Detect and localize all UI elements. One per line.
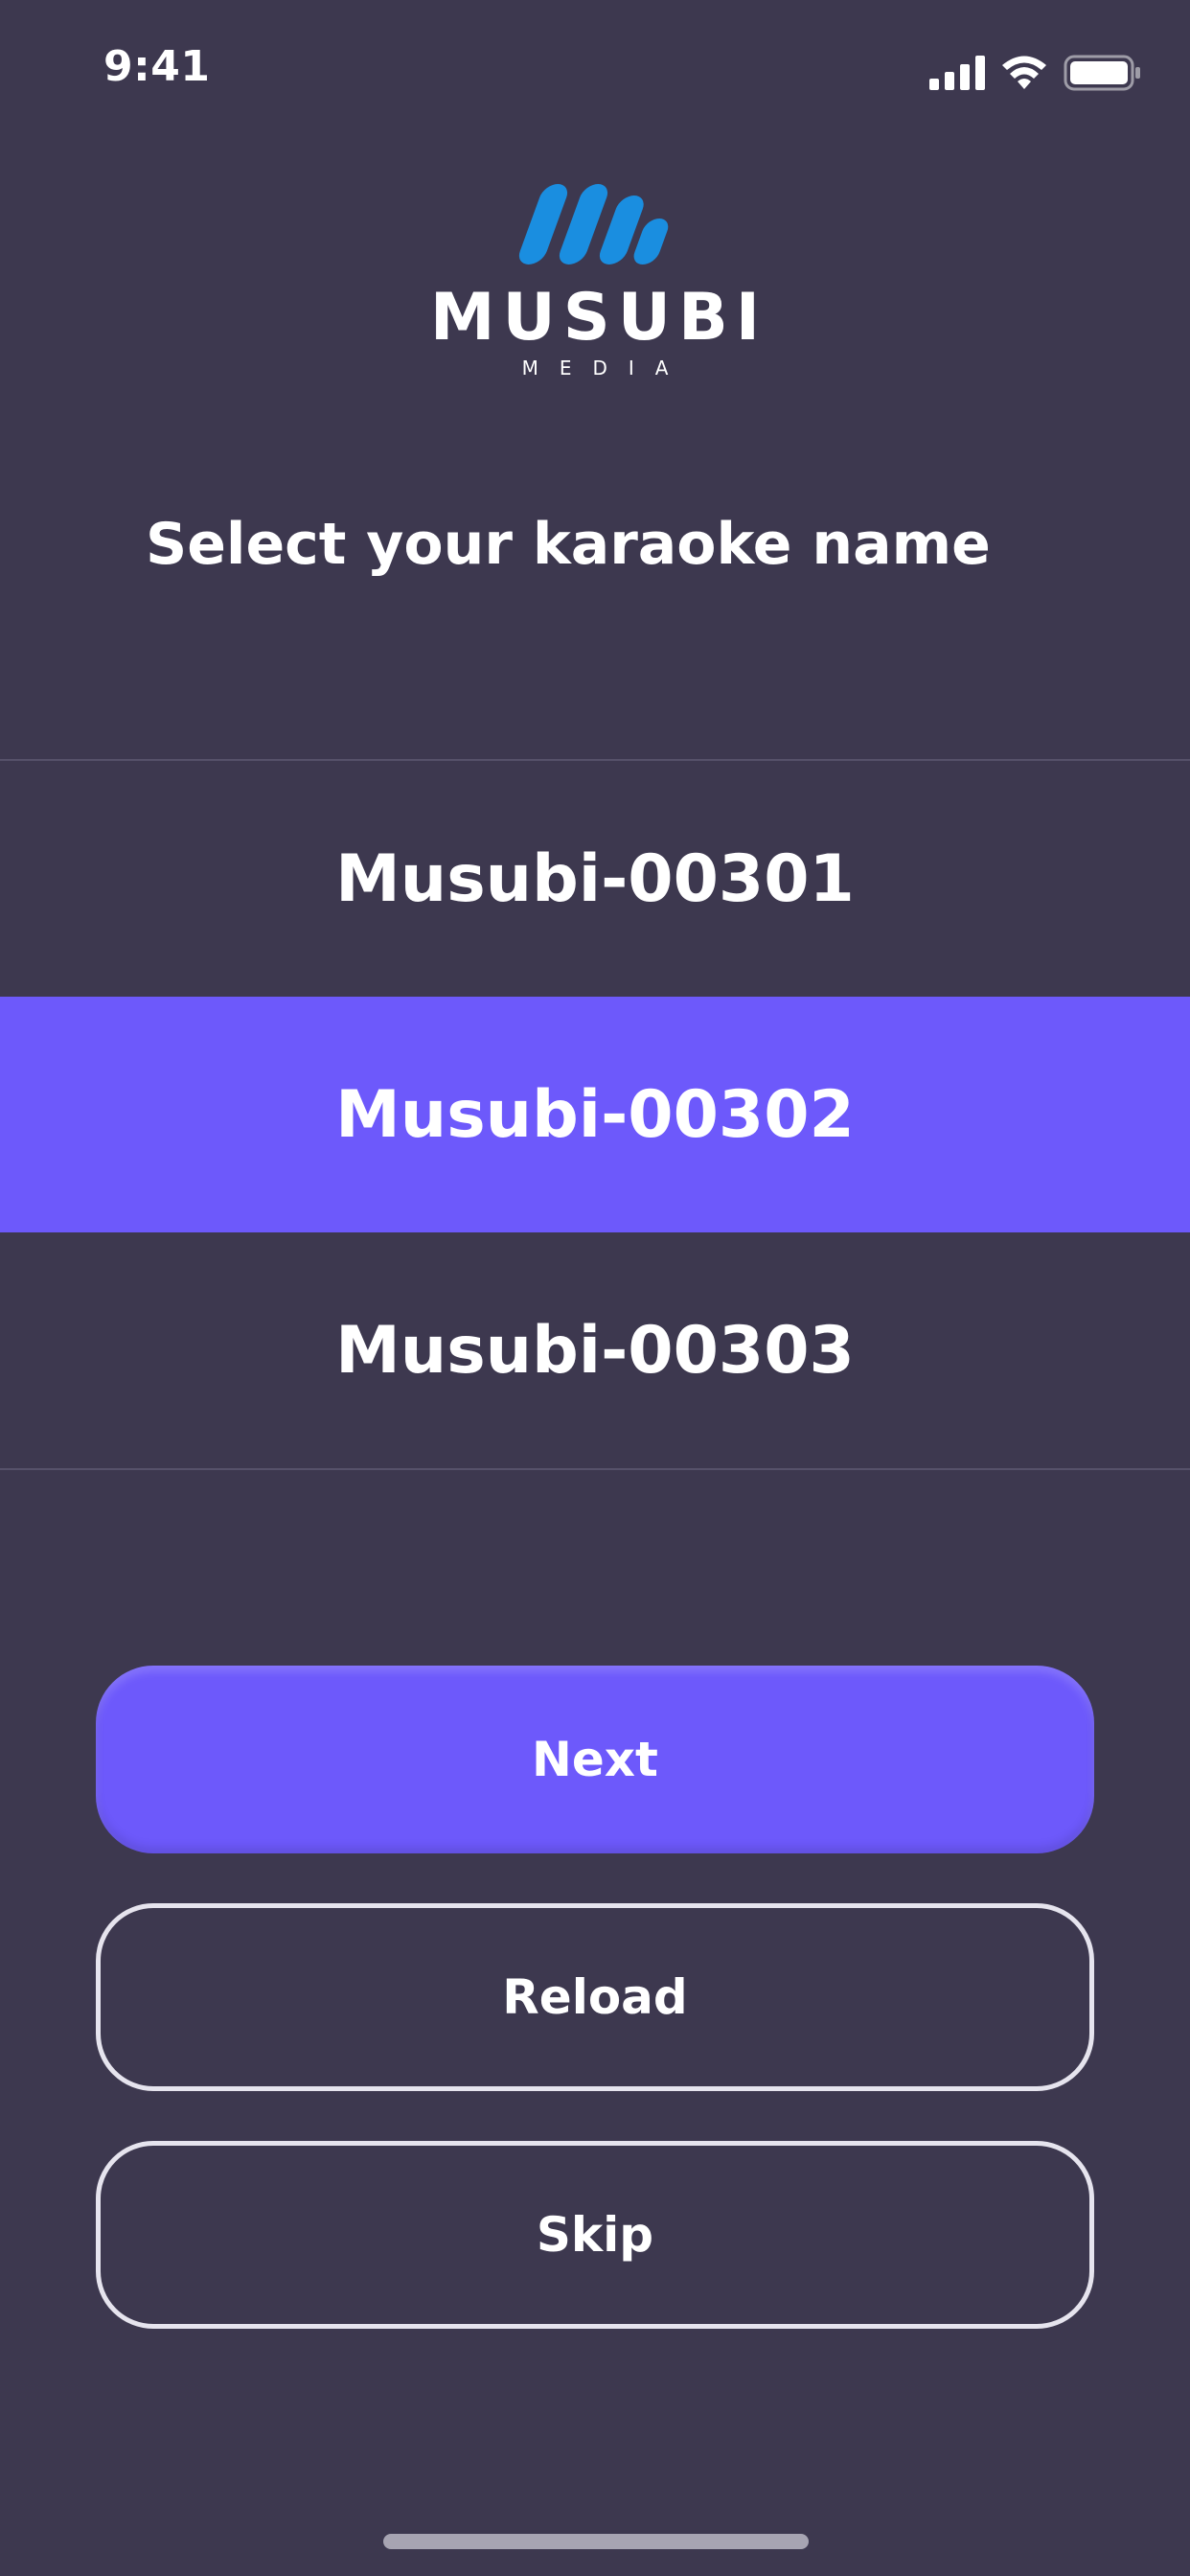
wifi-icon <box>1002 56 1046 89</box>
cellular-signal-icon <box>929 56 985 90</box>
karaoke-name-screen: 9:41 MUSUBI MEDIA Select your karaoke na… <box>0 0 1190 2576</box>
name-option-00302-selected[interactable]: Musubi-00302 <box>0 997 1190 1232</box>
karaoke-name-picker: Musubi-00301 Musubi-00302 Musubi-00303 <box>0 759 1190 1470</box>
reload-button[interactable]: Reload <box>96 1903 1094 2091</box>
skip-button[interactable]: Skip <box>96 2141 1094 2329</box>
page-title: Select your karaoke name <box>146 511 991 578</box>
home-indicator[interactable] <box>383 2534 809 2549</box>
next-button[interactable]: Next <box>96 1666 1094 1853</box>
name-option-00303[interactable]: Musubi-00303 <box>0 1232 1190 1468</box>
logo-subtitle: MEDIA <box>521 356 690 380</box>
musubi-media-logo: MUSUBI MEDIA <box>0 182 1190 393</box>
battery-icon <box>1064 55 1140 91</box>
list-divider-bottom <box>0 1468 1190 1470</box>
status-bar: 9:41 <box>0 0 1190 144</box>
status-icons <box>929 54 1142 92</box>
musubi-logo-mark-icon <box>518 184 669 264</box>
status-time: 9:41 <box>103 42 211 91</box>
name-option-00301[interactable]: Musubi-00301 <box>0 761 1190 997</box>
logo-wordmark: MUSUBI <box>429 280 768 356</box>
